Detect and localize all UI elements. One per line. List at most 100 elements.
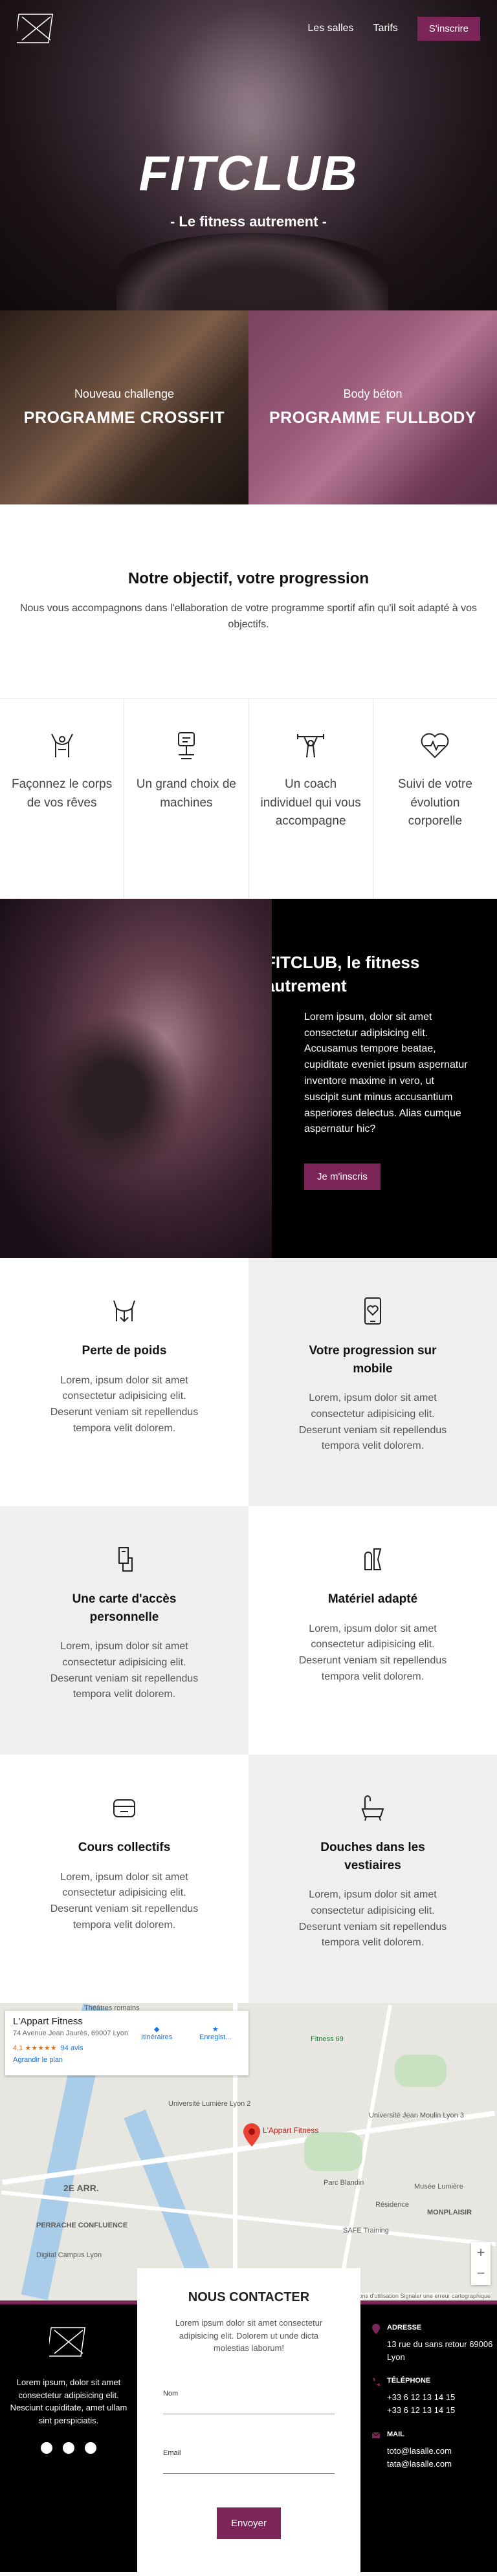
program-card-fullbody[interactable]: Body béton PROGRAMME FULLBODY [248,310,497,504]
enlarge-map-link[interactable]: Agrandir le plan [13,2056,241,2064]
zoom-in-button[interactable]: + [471,2242,491,2263]
feature-item: Suivi de votre évolution corporelle [373,699,497,898]
name-field: Nom [163,2390,335,2414]
athlete-photo [0,899,272,1258]
pin-label: L'Appart Fitness [263,2126,319,2135]
map-label: Université Jean Moulin Lyon 3 [369,2112,464,2119]
save-button[interactable]: ★ Enregist... [199,2025,232,2041]
equipment-icon [364,1548,382,1570]
programs-section: Nouveau challenge PROGRAMME CROSSFIT Bod… [0,310,497,504]
feature-item: Un grand choix de machines [124,699,249,898]
location-map[interactable]: Théâtres romains Fitness 69 Université L… [0,2003,497,2300]
phone-progress-icon [364,1297,381,1325]
phone-value[interactable]: +33 6 12 13 14 15 [387,2391,455,2404]
map-label: Université Lumière Lyon 2 [168,2100,251,2108]
map-label: Digital Campus Lyon [36,2251,102,2259]
rating-value: 4,1 ★★★★★ [13,2044,57,2052]
map-label: 2E ARR. [63,2183,99,2193]
nav-links: Les salles Tarifs S'inscrire [307,16,480,41]
benefit-card: Votre progression sur mobile Lorem, ipsu… [248,1258,497,1506]
benefit-title: Cours collectifs [78,1841,171,1854]
about-section: FITCLUB, le fitness autrement Lorem ipsu… [0,899,497,1258]
objective-text: Nous vous accompagnons dans l'ellaborati… [19,603,478,630]
directions-button[interactable]: ◆ Itinéraires [141,2025,172,2041]
feature-label: Suivi de votre évolution corporelle [397,777,472,828]
about-title: FITCLUB, le fitness autrement [265,953,420,996]
signup-button[interactable]: S'inscrire [417,16,480,41]
objective-section: Notre objectif, votre progression Nous v… [0,504,497,698]
map-label: Fitness 69 [311,2035,344,2043]
benefit-card: Cours collectifs Lorem, ipsum dolor sit … [0,1755,248,2003]
benefit-text: Lorem, ipsum dolor sit amet consectetur … [298,1623,447,1682]
name-label: Nom [163,2389,179,2397]
mail-value[interactable]: toto@lasalle.com [387,2445,452,2458]
map-label: Parc Blandin [324,2179,364,2187]
hero-subtitle: - Le fitness autrement - [170,213,327,230]
zoom-out-button[interactable]: − [471,2263,491,2284]
benefit-text: Lorem, ipsum dolor sit amet consectetur … [298,1889,447,1949]
nav-link-salles[interactable]: Les salles [307,23,353,34]
email-input[interactable] [163,2456,335,2474]
benefit-card: Douches dans les vestiaires Lorem, ipsum… [248,1755,497,2003]
feature-item: Façonnez le corps de vos rêves [0,699,125,898]
benefit-title: Une carte d'accès personnelle [72,1592,177,1624]
nav-link-tarifs[interactable]: Tarifs [373,23,398,34]
footer-logo[interactable] [47,2324,88,2360]
about-content: FITCLUB, le fitness autrement Lorem ipsu… [265,899,497,1258]
phone-value[interactable]: +33 6 12 13 14 15 [387,2404,455,2417]
address-value: 13 rue du sans retour 69006 Lyon [387,2339,493,2363]
top-navigation: Les salles Tarifs S'inscrire [0,0,497,57]
feature-item: Un coach individuel qui vous accompagne [249,699,373,898]
footer: Lorem ipsum, dolor sit amet consectetur … [0,2268,497,2576]
address-label: ADRESSE [387,2324,422,2332]
map-pin-icon[interactable] [243,2123,260,2147]
phone-label: TÉLÉPHONE [387,2377,431,2385]
program-card-crossfit[interactable]: Nouveau challenge PROGRAMME CROSSFIT [0,310,248,504]
footer-brand: Lorem ipsum, dolor sit amet consectetur … [0,2304,137,2454]
program-kicker: Body béton [343,387,403,400]
body-icon [50,733,73,757]
name-input[interactable] [163,2397,335,2414]
star-icon: ★ [212,2026,219,2033]
footer-contact-info: ADRESSE 13 rue du sans retour 69006 Lyon… [371,2324,494,2484]
send-button[interactable]: Envoyer [216,2507,282,2539]
contact-title: NOUS CONTACTER [188,2290,310,2304]
machine-icon [177,732,195,759]
fitclub-logo[interactable] [17,10,56,47]
program-title: PROGRAMME FULLBODY [269,409,477,427]
directions-icon: ◆ [153,2026,160,2033]
benefit-text: Lorem, ipsum dolor sit amet consectetur … [50,1641,199,1700]
location-icon [372,2324,380,2334]
mail-label: MAIL [387,2430,404,2438]
hero-section: Les salles Tarifs S'inscrire FITCLUB - L… [0,0,497,310]
facebook-icon[interactable] [41,2442,52,2454]
benefits-section: Perte de poids Lorem, ipsum dolor sit am… [0,1258,497,2003]
map-road [1,2190,496,2247]
map-park [395,2055,447,2087]
program-title: PROGRAMME CROSSFIT [23,409,225,427]
twitter-icon[interactable] [85,2442,96,2454]
phone-block: TÉLÉPHONE +33 6 12 13 14 15 +33 6 12 13 … [371,2377,494,2417]
benefit-card: Une carte d'accès personnelle Lorem, ips… [0,1506,248,1755]
feature-label: Un coach individuel qui vous accompagne [260,777,361,828]
benefit-title: Perte de poids [82,1344,167,1358]
place-card: L'Appart Fitness 74 Avenue Jean Jaurès, … [5,2011,248,2075]
benefit-text: Lorem, ipsum dolor sit amet consectetur … [50,1374,199,1434]
contact-form: NOUS CONTACTER Lorem ipsum dolor sit ame… [137,2268,360,2576]
zoom-controls: + − [471,2242,491,2285]
instagram-icon[interactable] [63,2442,74,2454]
place-rating: 4,1 ★★★★★ 94 avis [13,2044,241,2052]
benefit-title: Matériel adapté [327,1592,418,1606]
coach-icon [297,734,325,758]
save-label: Enregist... [199,2033,232,2041]
address-block: ADRESSE 13 rue du sans retour 69006 Lyon [371,2324,494,2364]
mail-value[interactable]: tata@lasalle.com [387,2458,452,2471]
weight-loss-icon [113,1300,135,1323]
directions-label: Itinéraires [141,2033,173,2041]
map-label: PERRACHE CONFLUENCE [36,2222,128,2229]
hero-background-image [116,233,388,310]
join-button[interactable]: Je m'inscris [304,1164,381,1191]
feature-label: Un grand choix de machines [136,777,236,810]
review-count[interactable]: 94 avis [61,2044,83,2052]
features-section: Façonnez le corps de vos rêves Un grand … [0,698,497,899]
